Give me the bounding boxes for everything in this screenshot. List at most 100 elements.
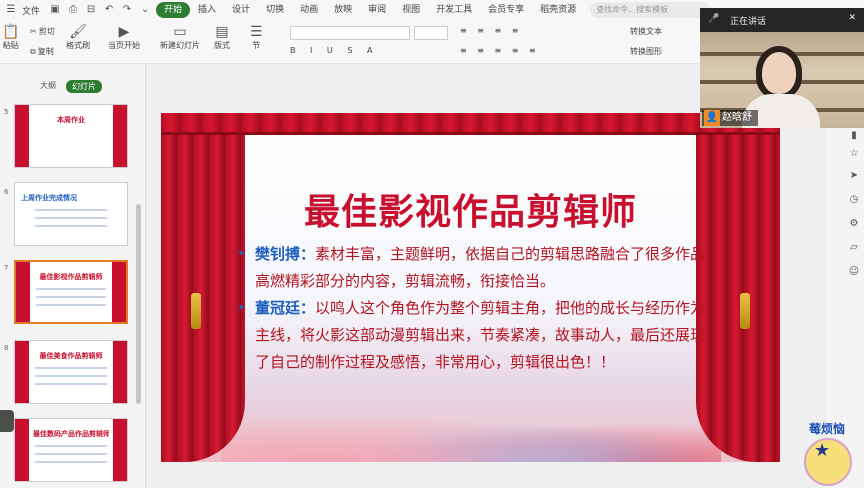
- panel-scrollbar[interactable]: [136, 204, 141, 404]
- tab-transition[interactable]: 切换: [258, 2, 292, 18]
- chevron-down-icon[interactable]: ⌄: [138, 4, 152, 16]
- tab-member[interactable]: 会员专享: [480, 2, 532, 18]
- cloud-decoration: [221, 402, 721, 462]
- camera-header: 🎤 正在讲话 ✕: [700, 8, 864, 32]
- tab-design[interactable]: 设计: [224, 2, 258, 18]
- left-curtain: [161, 113, 245, 462]
- cut-label: 剪切: [38, 27, 55, 36]
- play-icon: ▶: [118, 24, 130, 40]
- brush-icon: 🖌: [69, 24, 87, 40]
- paste-label: 粘贴: [2, 41, 19, 50]
- slide-thumbnail-panel: 大纲 幻灯片 5 本周作业 6 上周作业完成情况 7 最佳影视作品剪辑师 8 最…: [0, 64, 146, 488]
- slide-thumbnail-selected[interactable]: 最佳影视作品剪辑师: [14, 260, 128, 324]
- participant-name-bar: 👤 赵晗舒: [702, 110, 758, 126]
- speaking-status: 正在讲话: [730, 17, 767, 27]
- tassel-left: [191, 293, 201, 329]
- slide-thumbnail[interactable]: 最佳数码产品作品剪辑师: [14, 418, 128, 482]
- format-painter-button[interactable]: 🖌 格式刷: [66, 24, 90, 51]
- sticker-star-icon: ★: [814, 440, 831, 461]
- panel-handle[interactable]: [0, 410, 14, 432]
- undo-icon[interactable]: ↶: [102, 4, 116, 16]
- sticker-text: 莓烦恼: [808, 422, 845, 436]
- layout-icon: ▤: [215, 24, 229, 40]
- section-button[interactable]: ☰ 节: [250, 24, 263, 51]
- slide-body: • 樊钊搏：素材丰富，主题鲜明，依据自己的剪辑思路融合了很多作品高燃精彩部分的内…: [235, 241, 709, 376]
- section-label: 节: [252, 41, 261, 50]
- slide-number: 7: [4, 264, 9, 272]
- tab-view[interactable]: 视图: [394, 2, 428, 18]
- ribbon-toolbar: 📋 粘贴 ✂ 剪切 ⧉ 复制 🖌 格式刷 ▶ 当页开始 ▭ 新建幻灯片 ▤ 版式 ☰…: [0, 20, 700, 64]
- sidebar-scroll-icon[interactable]: ▮: [848, 130, 860, 142]
- star-icon[interactable]: ☆: [848, 148, 860, 160]
- tab-developer[interactable]: 开发工具: [428, 2, 480, 18]
- bullet-dot-icon: •: [237, 246, 246, 262]
- menu-icon[interactable]: ☰: [4, 4, 18, 16]
- slide-thumbnail[interactable]: 最佳美食作品剪辑师: [14, 340, 128, 404]
- tab-docer[interactable]: 稻壳资源: [532, 2, 584, 18]
- thumb-title: 本周作业: [57, 116, 85, 124]
- align-icons[interactable]: ≡ ≡ ≡ ≡ ≡: [460, 46, 540, 55]
- current-slide[interactable]: 最佳影视作品剪辑师 • 樊钊搏：素材丰富，主题鲜明，依据自己的剪辑思路融合了很多…: [161, 113, 780, 462]
- save-icon[interactable]: ▣: [48, 4, 62, 16]
- export-icon[interactable]: ⎙: [66, 4, 80, 16]
- layout-label: 版式: [214, 41, 230, 50]
- new-slide-label: 新建幻灯片: [160, 41, 200, 50]
- file-menu[interactable]: 文件: [22, 4, 40, 17]
- paste-icon: 📋: [2, 24, 20, 40]
- print-icon[interactable]: ⊟: [84, 4, 98, 16]
- thumb-title: 上周作业完成情况: [21, 194, 77, 202]
- cut-button[interactable]: ✂ 剪切: [30, 26, 55, 37]
- clock-icon[interactable]: ◷: [848, 194, 860, 206]
- layout-button[interactable]: ▤ 版式: [214, 24, 230, 51]
- slide-title: 最佳影视作品剪辑师: [303, 192, 637, 233]
- participant-name: 赵晗舒: [722, 112, 752, 123]
- search-input[interactable]: 查找命令、搜索模板: [590, 2, 711, 18]
- paste-button[interactable]: 📋 粘贴: [2, 24, 19, 51]
- slide-number: 6: [4, 188, 9, 196]
- tab-animation[interactable]: 动画: [292, 2, 326, 18]
- scissors-icon: ✂: [30, 27, 37, 36]
- tab-home[interactable]: 开始: [156, 2, 191, 18]
- microphone-icon: 🎤: [708, 14, 720, 24]
- shape-icon[interactable]: ▱: [848, 242, 860, 254]
- font-size-select[interactable]: [414, 26, 448, 40]
- copy-button[interactable]: ⧉ 复制: [30, 46, 54, 57]
- from-current-label: 当页开始: [108, 41, 140, 50]
- student-name: 董冠廷：: [255, 299, 316, 317]
- font-family-select[interactable]: [290, 26, 410, 40]
- face-icon[interactable]: ☺: [848, 266, 860, 278]
- tab-slideshow[interactable]: 放映: [326, 2, 360, 18]
- paragraph-icons[interactable]: ≡ ≡ ≡ ≡: [460, 26, 522, 35]
- copy-label: 复制: [37, 47, 54, 56]
- redo-icon[interactable]: ↷: [120, 4, 134, 16]
- convert-shape-button[interactable]: 转换图形: [630, 46, 662, 57]
- new-slide-button[interactable]: ▭ 新建幻灯片: [160, 24, 200, 51]
- thumb-title: 最佳影视作品剪辑师: [39, 273, 103, 281]
- send-icon[interactable]: ➤: [848, 170, 860, 182]
- curtain-valance: [161, 113, 780, 135]
- user-icon: 👤: [704, 110, 720, 126]
- format-painter-label: 格式刷: [66, 41, 90, 50]
- right-sidebar: ▮ ☆ ➤ ◷ ⚙ ▱ ☺: [844, 130, 864, 430]
- slide-number: 8: [4, 344, 9, 352]
- video-feed: 👤 赵晗舒: [700, 32, 864, 128]
- from-current-button[interactable]: ▶ 当页开始: [108, 24, 140, 51]
- text-format-icons[interactable]: B I U S A: [290, 46, 378, 55]
- thumb-title: 最佳数码产品作品剪辑师: [33, 430, 109, 438]
- tab-insert[interactable]: 插入: [190, 2, 224, 18]
- tab-review[interactable]: 审阅: [360, 2, 394, 18]
- close-icon[interactable]: ✕: [848, 13, 856, 23]
- slide-number: 5: [4, 108, 9, 116]
- comment-text: 以鸣人这个角色作为整个剪辑主角，把他的成长与经历作为主线，将火影这部动漫剪辑出来…: [255, 299, 706, 371]
- thumb-title: 最佳美食作品剪辑师: [39, 352, 103, 360]
- tab-outline[interactable]: 大纲: [40, 80, 56, 91]
- slide-thumbnail[interactable]: 本周作业: [14, 104, 128, 168]
- tab-slides[interactable]: 幻灯片: [66, 80, 102, 93]
- slide-thumbnail[interactable]: 上周作业完成情况: [14, 182, 128, 246]
- tassel-right: [740, 293, 750, 329]
- section-icon: ☰: [250, 24, 263, 40]
- settings-icon[interactable]: ⚙: [848, 218, 860, 230]
- student-name: 樊钊搏：: [255, 245, 316, 263]
- bullet-item: • 樊钊搏：素材丰富，主题鲜明，依据自己的剪辑思路融合了很多作品高燃精彩部分的内…: [235, 241, 709, 295]
- convert-text-button[interactable]: 转换文本: [630, 26, 662, 37]
